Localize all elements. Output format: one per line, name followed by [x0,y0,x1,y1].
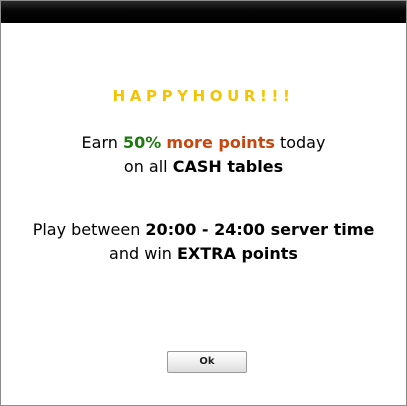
promo-line-2: on all CASH tables [1,155,406,179]
extra-points-text: EXTRA points [177,244,298,263]
schedule-line-2: and win EXTRA points [1,242,406,266]
play-between-text: Play between [32,220,141,239]
promo-message: Earn 50% more points today on all CASH t… [1,131,406,179]
on-all-text: on all [123,157,168,176]
percent-highlight: 50% [123,133,162,152]
and-win-text: and win [109,244,172,263]
more-points-highlight: more points [166,133,275,152]
dialog-titlebar[interactable] [1,1,406,23]
schedule-message: Play between 20:00 - 24:00 server time a… [1,218,406,266]
time-range-text: 20:00 - 24:00 server time [145,220,375,239]
today-text: today [279,133,326,152]
happy-hour-dialog: HAPPYHOUR!!! Earn 50% more points today … [0,0,407,406]
earn-text: Earn [81,133,118,152]
happy-hour-headline: HAPPYHOUR!!! [112,87,295,105]
cash-tables-text: CASH tables [172,157,284,176]
schedule-line-1: Play between 20:00 - 24:00 server time [1,218,406,242]
ok-button[interactable]: Ok [167,351,247,373]
promo-line-1: Earn 50% more points today [1,131,406,155]
